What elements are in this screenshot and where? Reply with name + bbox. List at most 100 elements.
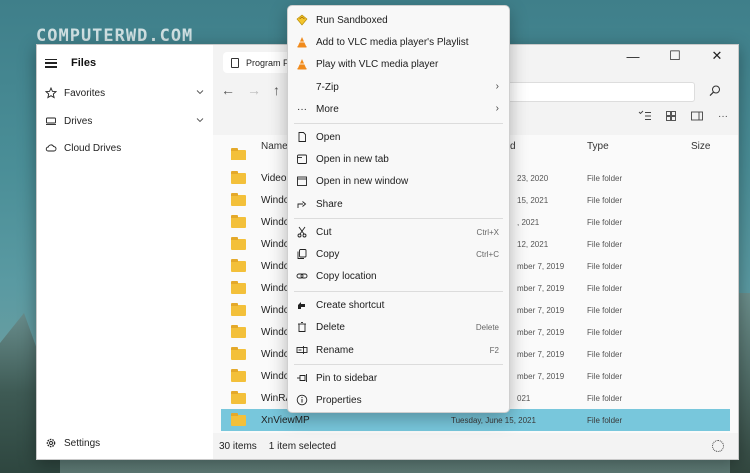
vlc-icon xyxy=(296,58,308,70)
row-name: XnViewMP xyxy=(261,414,310,426)
share-icon xyxy=(296,198,308,210)
star-icon xyxy=(45,87,57,99)
sidebar-header: Files xyxy=(45,54,96,72)
file-icon xyxy=(231,57,239,68)
up-arrow-icon[interactable]: ↑ xyxy=(273,82,280,98)
row-name: Windo xyxy=(261,370,290,382)
search-icon[interactable] xyxy=(708,84,722,98)
menu-separator xyxy=(294,218,503,219)
row-type: File folder xyxy=(587,371,623,381)
loading-spinner-icon xyxy=(712,440,724,452)
row-date: mber 7, 2019 xyxy=(517,283,565,293)
hamburger-menu-icon[interactable] xyxy=(45,58,57,68)
menu-item-copy-location[interactable]: Copy location xyxy=(288,265,509,287)
maximize-button[interactable]: ☐ xyxy=(654,45,696,67)
menu-item-play-with-vlc[interactable]: Play with VLC media player xyxy=(288,53,509,75)
sidebar-item-cloud-drives[interactable]: Cloud Drives xyxy=(45,139,205,157)
menu-item-cut[interactable]: Cut Ctrl+X xyxy=(288,221,509,243)
selection-count: 1 item selected xyxy=(268,440,337,452)
row-name: Windo xyxy=(261,238,290,250)
menu-item-run-sandboxed[interactable]: Run Sandboxed xyxy=(288,9,509,31)
minimize-button[interactable]: — xyxy=(612,45,654,67)
row-name: Windo xyxy=(261,326,290,338)
menu-item-open[interactable]: Open xyxy=(288,126,509,148)
status-bar: 30 items 1 item selected xyxy=(213,433,738,459)
chevron-right-icon: › xyxy=(495,103,499,114)
menu-item-pin-to-sidebar[interactable]: Pin to sidebar xyxy=(288,367,509,389)
new-window-icon xyxy=(296,175,308,187)
more-options-icon[interactable]: ··· xyxy=(716,110,730,122)
sidebar: Files Favorites Drives Cloud Drives Sett… xyxy=(37,45,213,459)
row-type: File folder xyxy=(587,283,623,293)
menu-item-share[interactable]: Share xyxy=(288,193,509,215)
menu-item-more[interactable]: ··· More › xyxy=(288,98,509,120)
folder-icon xyxy=(231,171,246,184)
address-bar[interactable] xyxy=(505,82,695,102)
folder-icon xyxy=(231,391,246,404)
row-date: mber 7, 2019 xyxy=(517,261,565,271)
row-name: Windo xyxy=(261,194,290,206)
folder-icon xyxy=(231,303,246,316)
row-date: 23, 2020 xyxy=(517,173,549,183)
select-icon[interactable] xyxy=(638,110,652,122)
menu-item-rename[interactable]: Rename F2 xyxy=(288,339,509,361)
menu-item-create-shortcut[interactable]: Create shortcut xyxy=(288,294,509,316)
item-count: 30 items xyxy=(219,440,257,452)
row-date: mber 7, 2019 xyxy=(517,305,565,315)
row-date: 15, 2021 xyxy=(517,195,549,205)
chevron-down-icon[interactable] xyxy=(195,115,205,125)
info-icon xyxy=(296,394,308,406)
folder-icon xyxy=(231,325,246,338)
row-date: , 2021 xyxy=(517,217,540,227)
sidebar-item-settings[interactable]: Settings xyxy=(45,434,205,452)
row-date: mber 7, 2019 xyxy=(517,349,565,359)
folder-icon xyxy=(231,148,246,160)
sidebar-item-label: Favorites xyxy=(64,87,106,99)
row-name: Windo xyxy=(261,282,290,294)
row-date: mber 7, 2019 xyxy=(517,371,565,381)
folder-icon xyxy=(231,237,246,250)
menu-item-delete[interactable]: Delete Delete xyxy=(288,316,509,338)
sandboxie-icon xyxy=(296,14,308,26)
more-icon: ··· xyxy=(297,103,307,115)
sidebar-item-drives[interactable]: Drives xyxy=(45,112,205,130)
menu-item-7zip[interactable]: 7-Zip › xyxy=(288,76,509,98)
grid-view-icon[interactable] xyxy=(664,110,678,122)
row-name: Windo xyxy=(261,216,290,228)
sidebar-item-label: Drives xyxy=(64,115,93,127)
sidebar-item-favorites[interactable]: Favorites xyxy=(45,84,205,102)
folder-icon xyxy=(231,347,246,360)
sidebar-item-label: Cloud Drives xyxy=(64,142,122,154)
new-tab-icon xyxy=(296,153,308,165)
row-date: mber 7, 2019 xyxy=(517,327,565,337)
menu-item-properties[interactable]: Properties xyxy=(288,389,509,411)
navigation-buttons: ← → ↑ xyxy=(221,81,292,99)
menu-item-open-new-window[interactable]: Open in new window xyxy=(288,170,509,192)
row-type: File folder xyxy=(587,327,623,337)
gear-icon xyxy=(45,437,57,449)
row-type: File folder xyxy=(587,349,623,359)
drive-icon xyxy=(45,115,57,127)
chevron-down-icon[interactable] xyxy=(195,87,205,97)
row-date: Tuesday, June 15, 2021 xyxy=(451,415,536,425)
folder-icon xyxy=(231,413,246,426)
menu-separator xyxy=(294,291,503,292)
toolbar: ··· xyxy=(638,110,730,122)
folder-icon xyxy=(231,193,246,206)
back-arrow-icon[interactable]: ← xyxy=(221,82,235,98)
row-type: File folder xyxy=(587,305,623,315)
row-type: File folder xyxy=(587,195,623,205)
row-type: File folder xyxy=(587,393,623,403)
row-date: 12, 2021 xyxy=(517,239,549,249)
menu-item-open-new-tab[interactable]: Open in new tab xyxy=(288,148,509,170)
row-type: File folder xyxy=(587,415,623,425)
forward-arrow-icon[interactable]: → xyxy=(247,82,261,98)
scissors-icon xyxy=(296,226,308,238)
menu-item-add-to-vlc-playlist[interactable]: Add to VLC media player's Playlist xyxy=(288,31,509,53)
preview-pane-icon[interactable] xyxy=(690,110,704,122)
row-date: 021 xyxy=(517,393,531,403)
context-menu: Run Sandboxed Add to VLC media player's … xyxy=(287,5,510,413)
menu-item-copy[interactable]: Copy Ctrl+C xyxy=(288,243,509,265)
close-button[interactable]: ✕ xyxy=(696,45,738,67)
row-type: File folder xyxy=(587,217,623,227)
